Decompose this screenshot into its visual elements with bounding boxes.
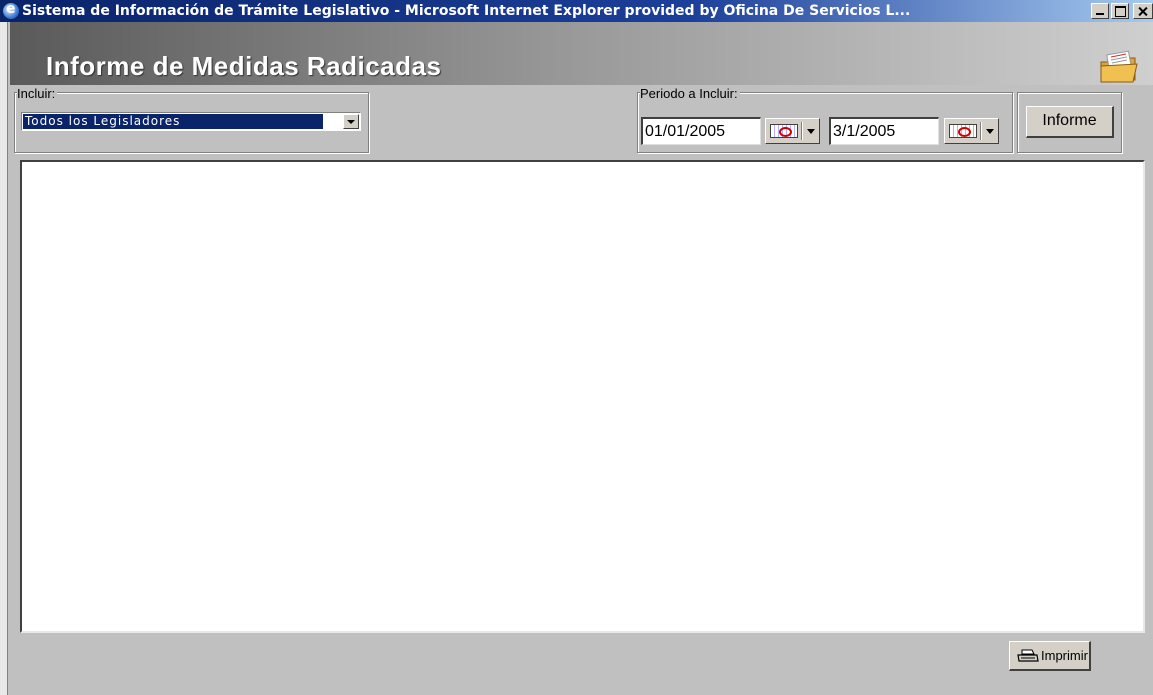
chevron-down-icon xyxy=(986,129,994,134)
informe-group: Informe xyxy=(1017,92,1122,153)
separator xyxy=(801,122,802,140)
report-header: Informe de Medidas Radicadas xyxy=(10,22,1153,85)
close-button[interactable] xyxy=(1133,3,1153,19)
ie-window: Sistema de Información de Trámite Legisl… xyxy=(0,0,1153,695)
separator xyxy=(980,122,981,140)
chevron-down-icon[interactable] xyxy=(343,114,359,129)
maximize-button[interactable] xyxy=(1111,3,1129,19)
print-button[interactable]: Imprimir xyxy=(1009,641,1091,671)
date-to-calendar-button[interactable] xyxy=(944,118,999,144)
report-content-area[interactable] xyxy=(20,160,1145,633)
date-to-input[interactable]: 3/1/2005 xyxy=(829,117,939,145)
periodo-label: Periodo a Incluir: xyxy=(640,86,740,101)
internet-explorer-icon[interactable] xyxy=(3,1,19,19)
calendar-icon xyxy=(770,124,798,138)
incluir-label: Incluir: xyxy=(17,86,58,101)
frame-border xyxy=(0,22,8,695)
calendar-icon xyxy=(949,124,977,138)
printer-icon xyxy=(1017,649,1039,662)
page-title: Informe de Medidas Radicadas xyxy=(46,51,442,81)
incluir-group: Incluir: Todos los Legisladores xyxy=(14,87,369,153)
print-label: Imprimir xyxy=(1041,648,1088,663)
title-bar[interactable]: Sistema de Información de Trámite Legisl… xyxy=(0,0,1153,22)
incluir-selected-value[interactable]: Todos los Legisladores xyxy=(23,114,323,129)
periodo-group: Periodo a Incluir: 01/01/2005 3/1/2005 xyxy=(637,87,1013,153)
window-title: Sistema de Información de Trámite Legisl… xyxy=(22,3,911,19)
incluir-select[interactable]: Todos los Legisladores xyxy=(21,112,361,131)
informe-button[interactable]: Informe xyxy=(1026,106,1114,138)
filter-panel: Incluir: Todos los Legisladores Periodo … xyxy=(10,85,1153,160)
minimize-button[interactable] xyxy=(1091,3,1109,19)
chevron-down-icon xyxy=(807,129,815,134)
folder-document-icon xyxy=(1100,50,1138,83)
date-from-input[interactable]: 01/01/2005 xyxy=(641,117,761,145)
date-from-calendar-button[interactable] xyxy=(765,118,820,144)
